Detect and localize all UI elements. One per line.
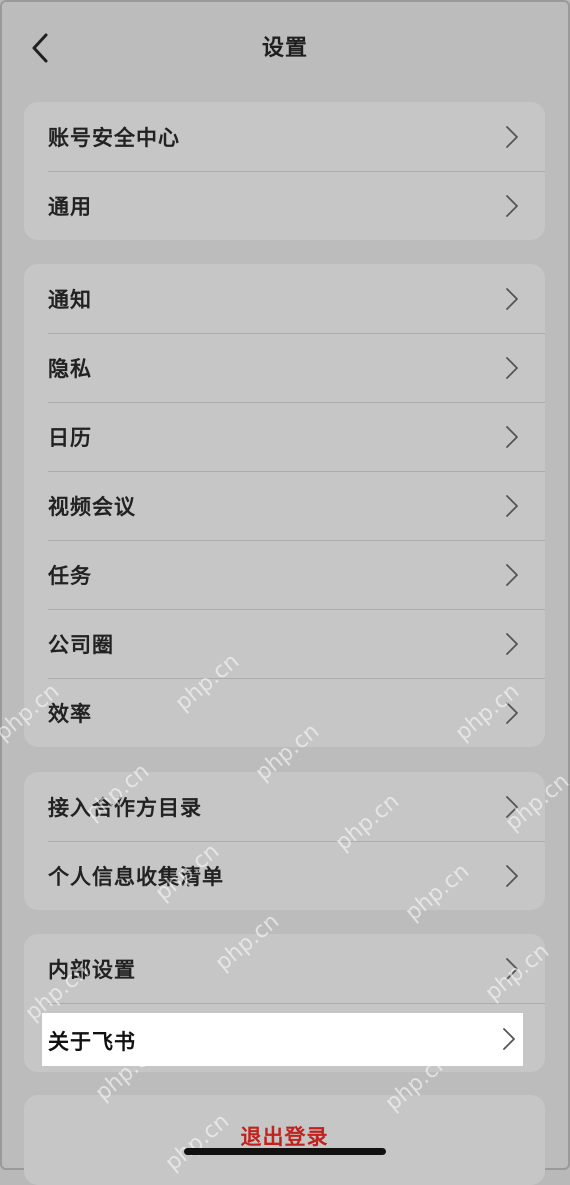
settings-item-tasks[interactable]: 任务 bbox=[24, 540, 545, 609]
page-title: 设置 bbox=[261, 36, 308, 61]
settings-item-general[interactable]: 通用 bbox=[24, 171, 545, 240]
settings-item-label: 任务 bbox=[48, 563, 92, 588]
chevron-right-icon bbox=[506, 494, 518, 517]
chevron-right-icon bbox=[506, 125, 518, 148]
settings-item-internal-settings[interactable]: 内部设置 bbox=[24, 934, 545, 1003]
settings-item-efficiency[interactable]: 效率 bbox=[24, 678, 545, 747]
settings-item-label: 个人信息收集清单 bbox=[48, 864, 224, 889]
settings-item-label: 接入合作方目录 bbox=[48, 795, 202, 820]
settings-item-label: 内部设置 bbox=[48, 957, 136, 982]
chevron-right-icon bbox=[506, 795, 518, 818]
settings-group-features: 通知 隐私 日历 视频会议 任务 公司圈 效率 bbox=[24, 264, 545, 747]
chevron-right-icon bbox=[506, 701, 518, 724]
settings-item-calendar[interactable]: 日历 bbox=[24, 402, 545, 471]
chevron-right-icon bbox=[506, 563, 518, 586]
chevron-right-icon bbox=[506, 425, 518, 448]
chevron-right-icon bbox=[506, 356, 518, 379]
settings-item-label: 视频会议 bbox=[48, 494, 136, 519]
settings-item-personal-info-list[interactable]: 个人信息收集清单 bbox=[24, 841, 545, 910]
settings-item-label: 隐私 bbox=[48, 356, 92, 381]
settings-item-company-circle[interactable]: 公司圈 bbox=[24, 609, 545, 678]
back-button[interactable] bbox=[20, 26, 60, 70]
settings-item-label: 效率 bbox=[48, 701, 92, 726]
settings-item-privacy[interactable]: 隐私 bbox=[24, 333, 545, 402]
chevron-right-icon bbox=[506, 632, 518, 655]
navigation-bar: 设置 bbox=[0, 0, 570, 96]
chevron-left-icon bbox=[32, 33, 48, 63]
logout-label: 退出登录 bbox=[240, 1125, 329, 1149]
settings-item-notifications[interactable]: 通知 bbox=[24, 264, 545, 333]
settings-item-label: 账号安全中心 bbox=[48, 125, 180, 150]
settings-group-account: 账号安全中心 通用 bbox=[24, 102, 545, 240]
settings-item-partner-directory[interactable]: 接入合作方目录 bbox=[24, 772, 545, 841]
chevron-right-icon bbox=[506, 864, 518, 887]
settings-group-compliance: 接入合作方目录 个人信息收集清单 bbox=[24, 772, 545, 910]
chevron-right-icon bbox=[503, 1028, 515, 1050]
settings-item-label: 通知 bbox=[48, 287, 92, 312]
logout-button[interactable]: 退出登录 bbox=[24, 1095, 545, 1185]
settings-item-video-meeting[interactable]: 视频会议 bbox=[24, 471, 545, 540]
home-indicator[interactable] bbox=[184, 1148, 386, 1155]
settings-item-account-security[interactable]: 账号安全中心 bbox=[24, 102, 545, 171]
chevron-right-icon bbox=[506, 957, 518, 980]
chevron-right-icon bbox=[506, 287, 518, 310]
settings-item-label: 关于飞书 bbox=[48, 1030, 136, 1054]
settings-item-label: 通用 bbox=[48, 194, 92, 219]
settings-item-label: 公司圈 bbox=[48, 632, 114, 657]
chevron-right-icon bbox=[506, 194, 518, 217]
settings-item-label: 日历 bbox=[48, 425, 92, 450]
settings-item-about-feishu[interactable]: 关于飞书 bbox=[42, 1013, 523, 1066]
